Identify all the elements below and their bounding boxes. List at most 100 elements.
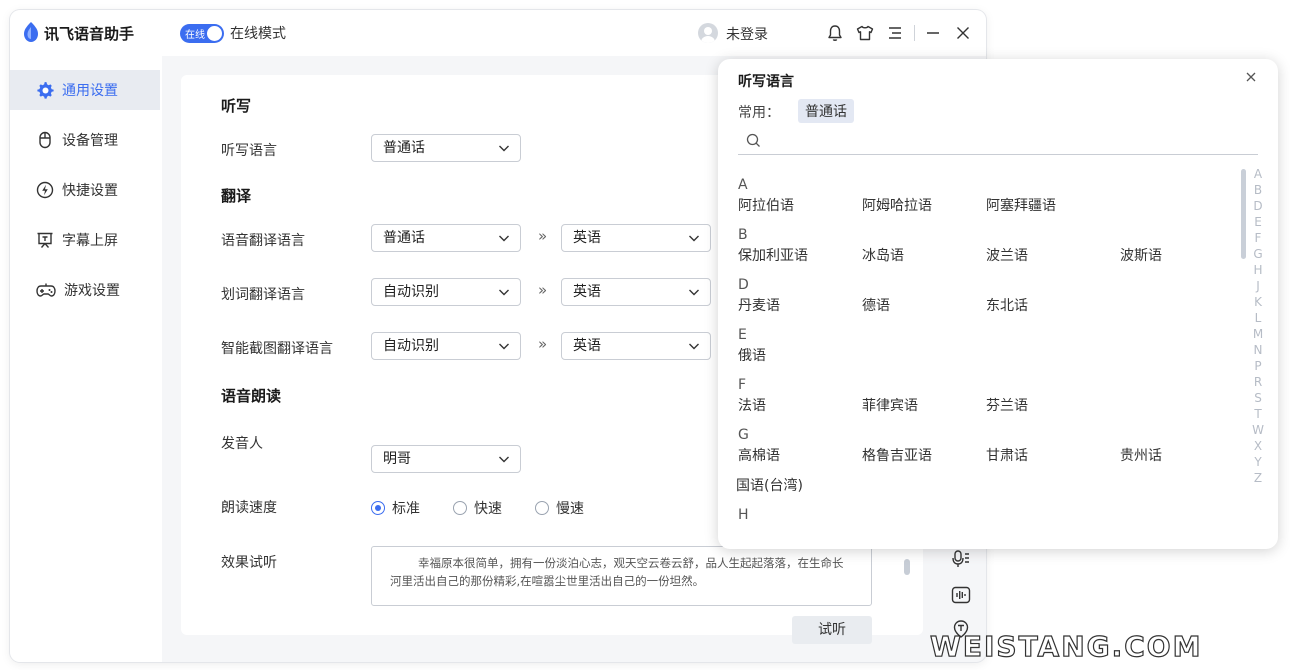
search-icon [746,133,760,147]
title-bar: 讯飞语音助手 在线 在线模式 未登录 [10,10,986,56]
common-language-chip[interactable]: 普通话 [798,99,854,123]
voice-translation-from-select[interactable]: 普通话 [371,224,521,252]
chevron-down-icon [499,343,509,350]
language-option[interactable]: 德语 [862,295,890,315]
avatar[interactable] [698,23,718,43]
language-option[interactable]: 菲律宾语 [862,395,918,415]
close-icon[interactable] [952,22,974,44]
voice-input-icon[interactable] [950,548,972,570]
alpha-index-letter[interactable]: M [1252,327,1264,341]
alpha-index-letter[interactable]: L [1252,311,1264,325]
radio-dot [453,501,467,515]
language-option[interactable]: 东北话 [986,295,1028,315]
select-value: 普通话 [383,230,425,246]
sidebar-item-games[interactable]: 游戏设置 [10,270,160,310]
popup-title: 听写语言 [738,74,794,90]
online-mode-toggle[interactable]: 在线 [180,24,224,43]
alpha-index-letter[interactable]: W [1252,423,1264,437]
alpha-index-letter[interactable]: G [1252,247,1264,261]
language-option[interactable]: 波斯语 [1120,245,1162,265]
sidebar-item-label: 快捷设置 [62,183,118,199]
alpha-index-letter[interactable]: F [1252,231,1264,245]
chevron-down-icon [689,289,699,296]
speed-radio-standard[interactable]: 标准 [371,498,420,518]
language-option[interactable]: 贵州话 [1120,445,1162,465]
double-arrow-icon: » [538,227,548,245]
language-option[interactable]: 阿姆哈拉语 [862,195,932,215]
alpha-index-letter[interactable]: T [1252,407,1264,421]
sidebar-item-label: 游戏设置 [64,283,120,299]
select-value: 自动识别 [383,284,439,300]
screenshot-translation-to-select[interactable]: 英语 [561,332,711,360]
alpha-index-letter[interactable]: P [1252,359,1264,373]
language-option[interactable]: 俄语 [738,345,766,365]
radio-dot [371,501,385,515]
waveform-icon[interactable] [950,584,972,606]
language-option[interactable]: 阿塞拜疆语 [986,195,1056,215]
alpha-index-letter[interactable]: J [1252,279,1264,293]
popup-scrollbar[interactable] [1241,169,1246,259]
chevron-down-icon [499,456,509,463]
mouse-icon [39,131,51,149]
section-title-reading: 语音朗读 [221,387,282,405]
language-option[interactable]: 丹麦语 [738,295,780,315]
sidebar-item-devices[interactable]: 设备管理 [10,120,160,160]
alpha-index-letter[interactable]: R [1252,375,1264,389]
chevron-down-icon [689,235,699,242]
language-option[interactable]: 国语(台湾) [736,475,803,495]
language-option[interactable]: 法语 [738,395,766,415]
dictation-language-label: 听写语言 [221,143,277,159]
preview-textarea[interactable]: 幸福原本很简单，拥有一份淡泊心志，观天空云卷云舒，品人生起起落落，在生命长河里活… [371,546,872,606]
radio-label: 慢速 [556,501,584,517]
screenshot-translation-from-select[interactable]: 自动识别 [371,332,521,360]
alpha-index-letter[interactable]: S [1252,391,1264,405]
alpha-index-letter[interactable]: X [1252,439,1264,453]
menu-icon[interactable] [884,22,906,44]
language-option[interactable]: 格鲁吉亚语 [862,445,932,465]
language-option[interactable]: 冰岛语 [862,245,904,265]
close-icon[interactable] [1246,72,1256,82]
titlebar-divider [914,25,915,41]
speaker-select[interactable]: 明哥 [371,445,521,473]
alpha-index-letter[interactable]: Y [1252,455,1264,469]
chevron-down-icon [689,343,699,350]
word-translation-to-select[interactable]: 英语 [561,278,711,306]
language-option[interactable]: 芬兰语 [986,395,1028,415]
minimize-icon[interactable] [922,22,944,44]
sidebar-item-shortcuts[interactable]: 快捷设置 [10,170,160,210]
sidebar-item-subtitles[interactable]: 字幕上屏 [10,220,160,260]
alpha-index-letter[interactable]: B [1252,183,1264,197]
language-option[interactable]: 阿拉伯语 [738,195,794,215]
sidebar-item-general[interactable]: 通用设置 [10,70,160,110]
sidebar-item-label: 设备管理 [62,133,118,149]
login-link[interactable]: 未登录 [726,24,768,44]
select-value: 英语 [573,338,601,354]
speed-radio-fast[interactable]: 快速 [453,498,502,518]
sidebar: 通用设置 设备管理 快捷设置 字幕上屏 游戏设置 [10,56,162,662]
toggle-text: 在线 [185,30,205,41]
language-option[interactable]: 甘肃话 [986,445,1028,465]
dictation-language-select[interactable]: 普通话 [371,134,521,162]
speed-radio-slow[interactable]: 慢速 [535,498,584,518]
listen-button[interactable]: 试听 [792,616,872,644]
alpha-index-letter[interactable]: D [1252,199,1264,213]
chevron-down-icon [499,235,509,242]
select-value: 自动识别 [383,338,439,354]
alpha-index-letter[interactable]: E [1252,215,1264,229]
word-translation-from-select[interactable]: 自动识别 [371,278,521,306]
bell-icon[interactable] [824,22,846,44]
language-option[interactable]: 保加利亚语 [738,245,808,265]
letter-heading-e: E [738,327,747,343]
alpha-index-letter[interactable]: A [1252,167,1264,181]
skin-icon[interactable] [854,22,876,44]
alpha-index-letter[interactable]: K [1252,295,1264,309]
alpha-index-letter[interactable]: Z [1252,471,1264,485]
language-option[interactable]: 高棉语 [738,445,780,465]
voice-translation-to-select[interactable]: 英语 [561,224,711,252]
alpha-index-letter[interactable]: N [1252,343,1264,357]
double-arrow-icon: » [538,281,548,299]
language-search-input[interactable] [738,127,1258,155]
language-option[interactable]: 波兰语 [986,245,1028,265]
content-scrollbar[interactable] [904,559,910,575]
alpha-index-letter[interactable]: H [1252,263,1264,277]
